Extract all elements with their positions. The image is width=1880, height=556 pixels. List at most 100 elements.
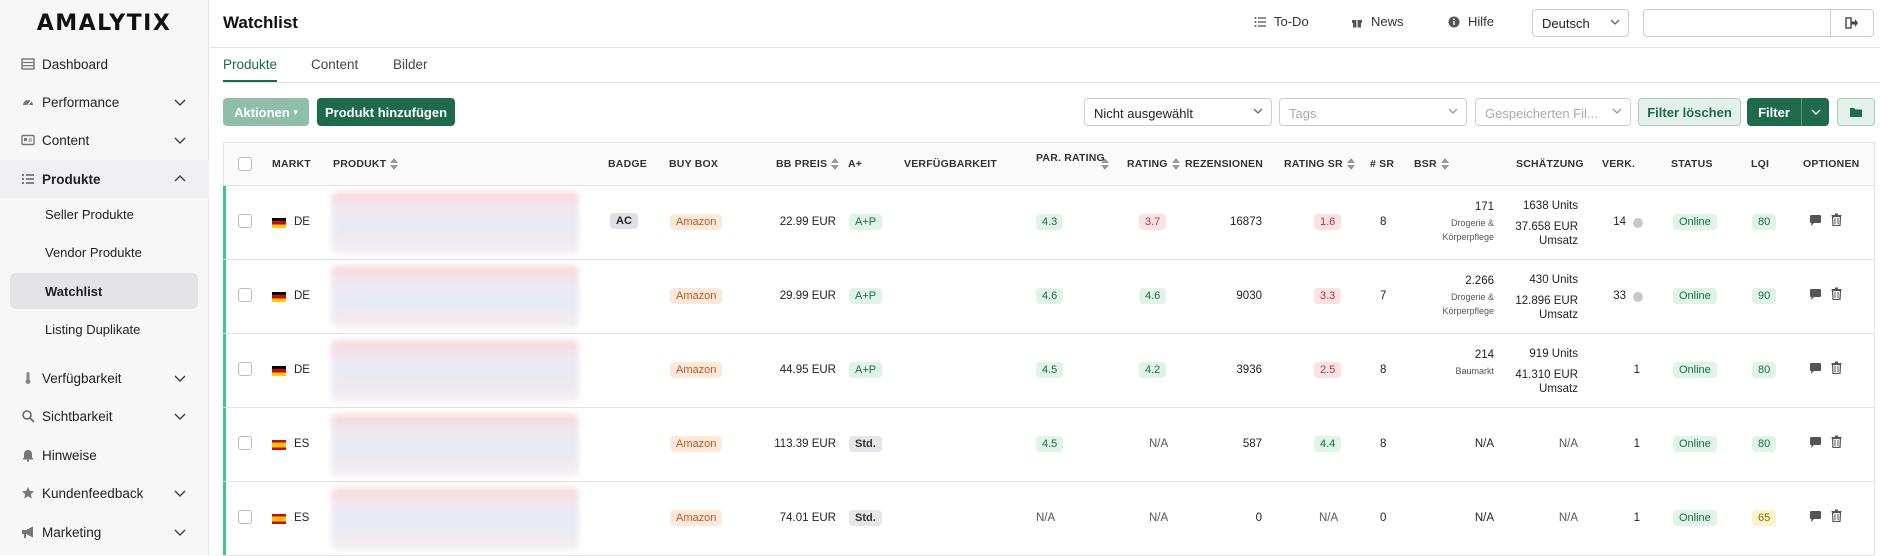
col-bb-preis[interactable]: BB PREIS bbox=[776, 158, 840, 170]
table-row[interactable]: ES Amazon 74.01 EUR Std. N/A N/A 0 N/A 0 N/A N/A 1 O… bbox=[223, 482, 1874, 556]
table-row[interactable]: ES Amazon 113.39 EUR Std. 4.5 N/A 587 4.4 8 N/A N/… bbox=[223, 408, 1874, 482]
sidebar-subitem-seller-produkte[interactable]: Seller Produkte bbox=[10, 196, 198, 232]
sidebar-item-label: Sichtbarkeit bbox=[42, 408, 113, 424]
sr-count: 0 bbox=[1380, 512, 1387, 524]
bsr-rank: N/A bbox=[1474, 438, 1494, 450]
filter-dropdown-button[interactable] bbox=[1801, 98, 1829, 126]
sidebar-item-performance[interactable]: Performance bbox=[0, 83, 209, 121]
sidebar-item-produkte[interactable]: Produkte bbox=[0, 160, 209, 198]
bsr-rank: 171 bbox=[1474, 201, 1494, 213]
row-checkbox[interactable] bbox=[238, 288, 252, 302]
par-rating-value: N/A bbox=[1036, 512, 1056, 524]
sidebar-subitem-vendor-produkte[interactable]: Vendor Produkte bbox=[10, 234, 198, 270]
logout-button[interactable] bbox=[1830, 9, 1874, 37]
row-checkbox[interactable] bbox=[238, 214, 252, 228]
product-thumbnail-blurred[interactable] bbox=[331, 414, 579, 476]
info-icon[interactable] bbox=[1633, 218, 1643, 228]
rating-pill: 3.7 bbox=[1139, 214, 1167, 230]
trash-icon[interactable] bbox=[1830, 435, 1843, 448]
actions-button[interactable]: Aktionen ▾ bbox=[223, 98, 309, 126]
sidebar-item-sichtbarkeit[interactable]: Sichtbarkeit bbox=[0, 397, 209, 435]
row-checkbox[interactable] bbox=[238, 362, 252, 376]
col-sr: # SR bbox=[1370, 158, 1394, 170]
col-lqi: LQI bbox=[1751, 158, 1769, 170]
sidebar-item-verfuegbarkeit[interactable]: Verfügbarkeit bbox=[0, 359, 209, 397]
table-row[interactable]: DE AC Amazon 22.99 EUR A+P 4.3 3.7 16873 1.6 8 171… bbox=[223, 186, 1874, 260]
product-thumbnail-blurred[interactable] bbox=[331, 266, 579, 328]
selection-select[interactable]: Nicht ausgewählt bbox=[1084, 98, 1272, 126]
market-code: DE bbox=[294, 216, 310, 228]
col-optionen: OPTIONEN bbox=[1803, 158, 1859, 170]
product-thumbnail-blurred[interactable] bbox=[331, 192, 579, 254]
chevron-down-icon bbox=[1811, 109, 1820, 115]
bsr-category: Drogerie & Körperpflege bbox=[1442, 292, 1494, 316]
folder-button[interactable] bbox=[1837, 98, 1875, 126]
saved-filters-select[interactable]: Gespeicherten Fil... bbox=[1475, 98, 1631, 126]
table-row[interactable]: DE Amazon 44.95 EUR A+P 4.5 4.2 3936 2.5 8 214 Bau… bbox=[223, 334, 1874, 408]
col-par-rating[interactable]: PAR. RATING bbox=[1036, 152, 1108, 165]
tags-select[interactable]: Tags bbox=[1279, 98, 1467, 126]
sidebar-item-marketing[interactable]: Marketing bbox=[0, 513, 209, 551]
par-rating-pill: 4.5 bbox=[1036, 362, 1064, 378]
sidebar-subitem-listing-duplikate[interactable]: Listing Duplikate bbox=[10, 311, 198, 347]
sidebar-item-kundenfeedback[interactable]: Kundenfeedback bbox=[0, 474, 209, 512]
bsr-rank: N/A bbox=[1474, 512, 1494, 524]
row-checkbox[interactable] bbox=[238, 510, 252, 524]
language-select[interactable]: Deutsch bbox=[1532, 9, 1629, 37]
todo-link[interactable]: To-Do bbox=[1254, 14, 1309, 29]
gift-icon bbox=[1352, 19, 1362, 27]
folder-icon bbox=[1850, 108, 1862, 117]
clear-filter-button[interactable]: Filter löschen bbox=[1638, 98, 1741, 126]
trash-icon[interactable] bbox=[1830, 213, 1843, 226]
tab-produkte[interactable]: Produkte bbox=[223, 57, 278, 82]
sidebar-item-dashboard[interactable]: Dashboard bbox=[0, 45, 209, 83]
reviews-count: 9030 bbox=[1236, 290, 1262, 302]
sidebar-item-content[interactable]: Content bbox=[0, 121, 209, 159]
product-thumbnail-blurred[interactable] bbox=[331, 340, 579, 402]
col-badge: BADGE bbox=[608, 158, 647, 170]
bsr-rank: 2.266 bbox=[1465, 275, 1494, 287]
comment-icon[interactable] bbox=[1809, 436, 1822, 449]
search-input[interactable] bbox=[1643, 9, 1831, 37]
par-rating-pill: 4.3 bbox=[1036, 214, 1064, 230]
bsr-rank: 214 bbox=[1474, 349, 1494, 361]
chevron-down-icon bbox=[1253, 108, 1263, 114]
col-label: VERK. bbox=[1602, 158, 1636, 170]
sort-icon bbox=[1440, 158, 1449, 170]
lqi-badge: 80 bbox=[1752, 214, 1777, 230]
row-checkbox[interactable] bbox=[238, 436, 252, 450]
trash-icon[interactable] bbox=[1830, 361, 1843, 374]
comment-icon[interactable] bbox=[1809, 510, 1822, 523]
sidebar-subitem-watchlist[interactable]: Watchlist bbox=[10, 273, 198, 309]
trash-icon[interactable] bbox=[1830, 287, 1843, 300]
sidebar-item-label: Marketing bbox=[42, 524, 102, 540]
chevron-up-icon bbox=[174, 174, 186, 182]
tab-bilder[interactable]: Bilder bbox=[393, 57, 428, 80]
market-code: DE bbox=[294, 364, 310, 376]
add-product-button[interactable]: Produkt hinzufügen bbox=[317, 98, 455, 126]
table-row[interactable]: DE Amazon 29.99 EUR A+P 4.6 4.6 9030 3.3 7 2.266 D… bbox=[223, 260, 1874, 334]
thermometer-icon bbox=[25, 372, 31, 384]
sidebar-item-hinweise[interactable]: Hinweise bbox=[0, 436, 209, 474]
col-label: BSR bbox=[1414, 158, 1437, 170]
col-markt[interactable]: MARKT bbox=[272, 158, 311, 170]
buybox-pill: Amazon bbox=[670, 436, 723, 452]
trash-icon[interactable] bbox=[1830, 509, 1843, 522]
comment-icon[interactable] bbox=[1809, 362, 1822, 375]
brand-logo[interactable]: AMALYTIX bbox=[0, 0, 208, 46]
rating-pill: 4.2 bbox=[1139, 362, 1167, 378]
comment-icon[interactable] bbox=[1809, 288, 1822, 301]
col-produkt[interactable]: PRODUKT bbox=[333, 158, 399, 170]
filter-button[interactable]: Filter bbox=[1747, 98, 1801, 126]
product-thumbnail-blurred[interactable] bbox=[331, 488, 579, 550]
comment-icon[interactable] bbox=[1809, 214, 1822, 227]
help-link[interactable]: Hilfe bbox=[1448, 14, 1494, 29]
tab-content[interactable]: Content bbox=[311, 57, 358, 80]
info-icon[interactable] bbox=[1633, 292, 1643, 302]
select-all-checkbox[interactable] bbox=[238, 157, 252, 171]
col-bsr[interactable]: BSR bbox=[1414, 158, 1449, 170]
news-link[interactable]: News bbox=[1351, 14, 1404, 29]
aplus-pill: A+P bbox=[849, 362, 883, 378]
col-rating-sr[interactable]: RATING SR bbox=[1284, 158, 1355, 170]
col-rating[interactable]: RATING bbox=[1127, 158, 1180, 170]
